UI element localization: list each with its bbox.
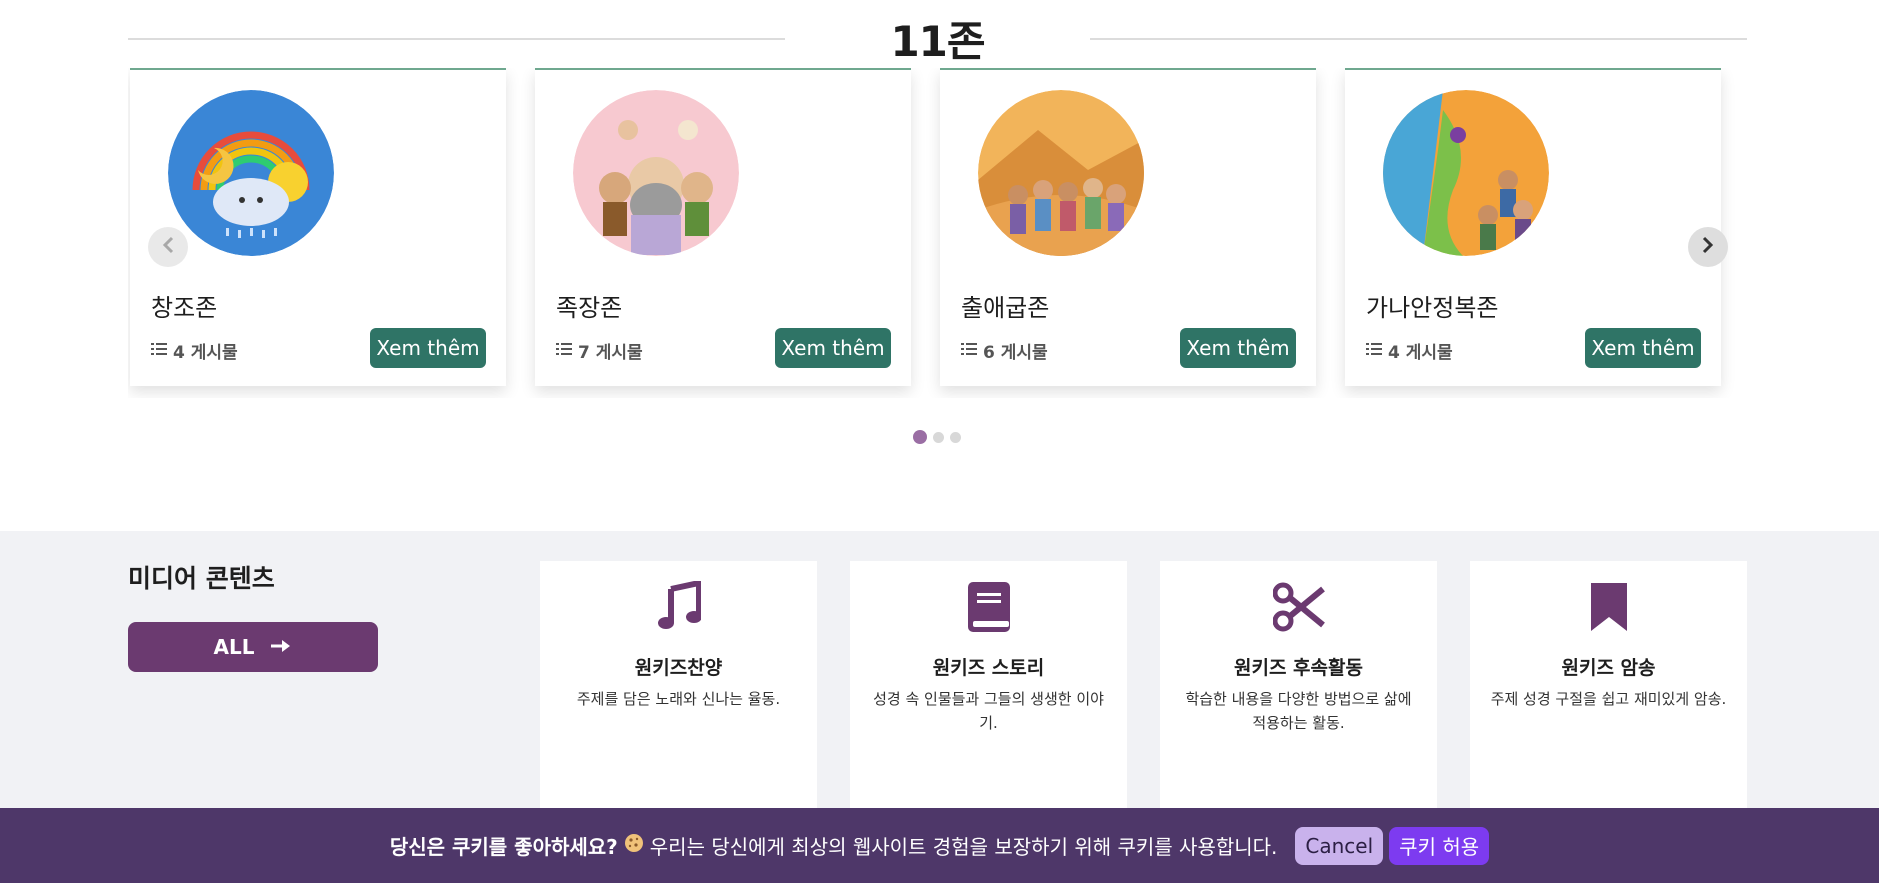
zone-card-image[interactable]: [978, 90, 1144, 256]
chevron-left-icon: [161, 236, 175, 258]
list-icon: [1366, 341, 1382, 361]
zone-title-row: 11존: [128, 0, 1747, 70]
zone-card-count: 7 게시물: [556, 338, 643, 363]
media-card-desc: 주제 성경 구절을 쉽고 재미있게 암송.: [1490, 690, 1727, 708]
cookie-icon: [624, 833, 644, 858]
cookie-consent-bar: 당신은 쿠키를 좋아하세요? 우리는 당신에게 최상의 웹사이트 경험을 보장하…: [0, 808, 1879, 883]
all-media-label: ALL: [213, 635, 255, 659]
media-card[interactable]: 원키즈 후속활동 학습한 내용을 다양한 방법으로 삶에 적용하는 활동.: [1160, 561, 1437, 821]
carousel-pagination: [913, 430, 961, 444]
arrow-right-icon: [270, 635, 292, 659]
zone-card-more-button[interactable]: Xem thêm: [1180, 328, 1296, 368]
cookie-accept-button[interactable]: 쿠키 허용: [1389, 826, 1490, 865]
zone-card: 가나안정복존 4 게시물 Xem thêm: [1345, 68, 1721, 386]
media-card-desc: 주제를 담은 노래와 신나는 율동.: [576, 690, 781, 708]
pagination-dot[interactable]: [913, 430, 927, 444]
zone-card: 출애굽존 6 게시물 Xem thêm: [940, 68, 1316, 386]
zone-card-count: 6 게시물: [961, 338, 1048, 363]
media-card-title: 원키즈 스토리: [932, 657, 1045, 679]
list-icon: [151, 341, 167, 361]
zone-card-more-button[interactable]: Xem thêm: [775, 328, 891, 368]
cookie-question: 당신은 쿠키를 좋아하세요?: [389, 835, 618, 859]
media-card-desc: 성경 속 인물들과 그들의 생생한 이야기.: [873, 690, 1104, 732]
list-icon: [556, 341, 572, 361]
media-card-title: 원키즈 암송: [1561, 657, 1656, 679]
bookmark-icon: [1470, 581, 1747, 637]
zone-section: 11존 창조존 4 게시물 Xem thêm 족장존 7 게시물 Xem thê…: [0, 0, 1879, 531]
media-card[interactable]: 원키즈 암송 주제 성경 구절을 쉽고 재미있게 암송.: [1470, 561, 1747, 821]
title-divider-left: [128, 38, 785, 40]
media-card[interactable]: 원키즈 스토리 성경 속 인물들과 그들의 생생한 이야기.: [850, 561, 1127, 821]
zone-card-count-label: 7 게시물: [578, 343, 643, 363]
cookie-message: 우리는 당신에게 최상의 웹사이트 경험을 보장하기 위해 쿠키를 사용합니다.: [649, 835, 1278, 859]
media-heading: 미디어 콘텐츠: [128, 564, 275, 593]
media-card-title: 원키즈찬양: [634, 657, 723, 679]
zone-card-count-label: 4 게시물: [173, 343, 238, 363]
zone-card-title[interactable]: 가나안정복존: [1366, 288, 1498, 323]
zone-card-more-button[interactable]: Xem thêm: [370, 328, 486, 368]
media-card-title: 원키즈 후속활동: [1234, 657, 1363, 679]
book-icon: [850, 581, 1127, 637]
zone-card-count: 4 게시물: [151, 338, 238, 363]
zone-card-count-label: 4 게시물: [1388, 343, 1453, 363]
zone-card-image[interactable]: [168, 90, 334, 256]
all-media-button[interactable]: ALL: [128, 622, 378, 672]
pagination-dot[interactable]: [950, 431, 961, 443]
zone-card-title[interactable]: 출애굽존: [961, 288, 1049, 323]
zone-card-title[interactable]: 창조존: [151, 288, 217, 323]
zone-card: 족장존 7 게시물 Xem thêm: [535, 68, 911, 386]
zone-card-count: 4 게시물: [1366, 338, 1453, 363]
chevron-right-icon: [1701, 236, 1715, 258]
zone-title: 11존: [890, 17, 985, 66]
music-note-icon: [540, 581, 817, 637]
media-card-desc: 학습한 내용을 다양한 방법으로 삶에 적용하는 활동.: [1185, 690, 1412, 732]
zone-card-title[interactable]: 족장존: [556, 288, 622, 323]
title-divider-right: [1090, 38, 1747, 40]
pagination-dot[interactable]: [933, 431, 944, 443]
carousel-prev-button[interactable]: [148, 227, 188, 267]
carousel-next-button[interactable]: [1688, 227, 1728, 267]
scissors-icon: [1160, 581, 1437, 637]
zone-card-more-button[interactable]: Xem thêm: [1585, 328, 1701, 368]
zone-card-image[interactable]: [1383, 90, 1549, 256]
zone-card: 창조존 4 게시물 Xem thêm: [130, 68, 506, 386]
zone-carousel[interactable]: 창조존 4 게시물 Xem thêm 족장존 7 게시물 Xem thêm 출애…: [128, 68, 1747, 398]
zone-card-image[interactable]: [573, 90, 739, 256]
list-icon: [961, 341, 977, 361]
zone-card-count-label: 6 게시물: [983, 343, 1048, 363]
media-card[interactable]: 원키즈찬양 주제를 담은 노래와 신나는 율동.: [540, 561, 817, 821]
cookie-cancel-button[interactable]: Cancel: [1295, 826, 1384, 865]
